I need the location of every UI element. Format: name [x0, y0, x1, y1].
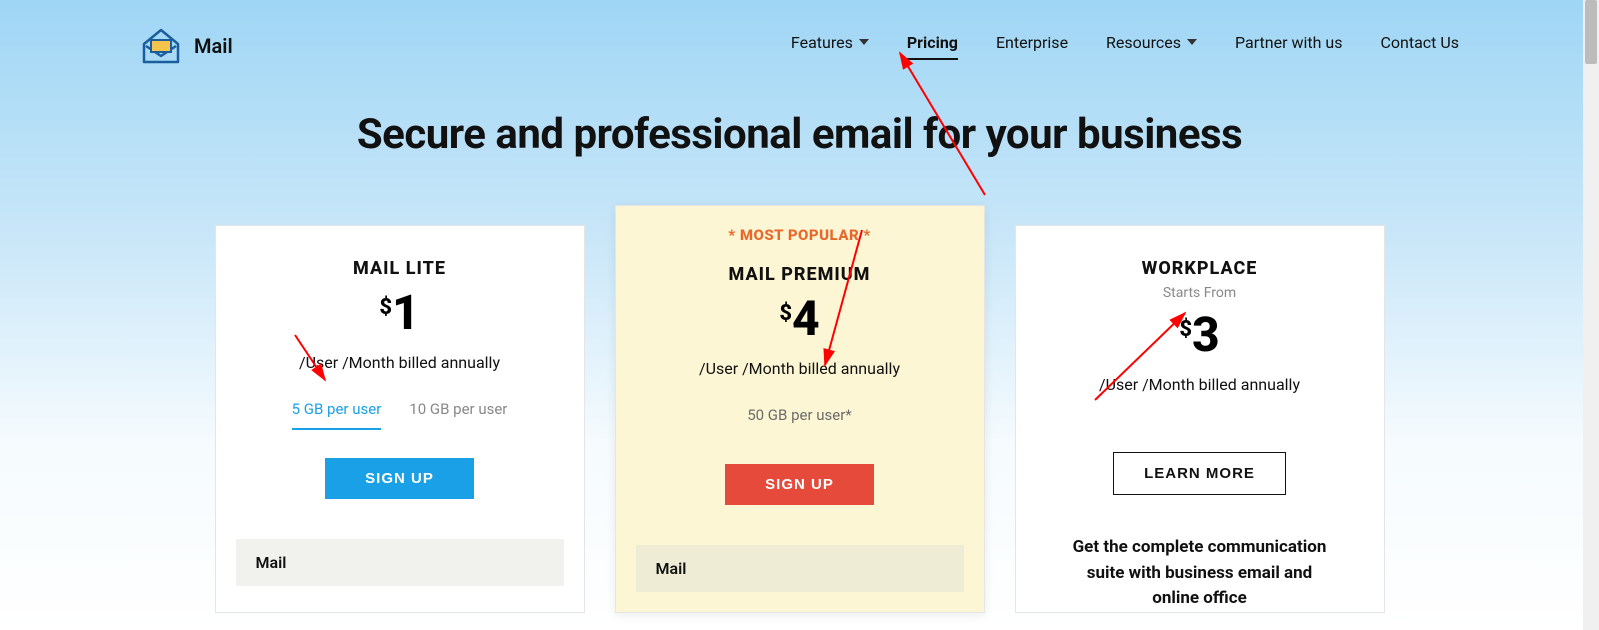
- storage-text: 50 GB per user*: [616, 406, 984, 436]
- plan-card-premium: * MOST POPULAR * MAIL PREMIUM $ 4 /User …: [615, 205, 985, 613]
- pricing-row: MAIL LITE $ 1 /User /Month billed annual…: [0, 225, 1599, 613]
- starts-from-label: Starts From: [1016, 285, 1384, 301]
- nav-links: Features Pricing Enterprise Resources Pa…: [791, 33, 1459, 60]
- vertical-scrollbar[interactable]: [1583, 0, 1599, 630]
- billing-note: /User /Month billed annually: [1016, 375, 1384, 394]
- nav-contact-label: Contact Us: [1380, 33, 1459, 52]
- plan-name: MAIL LITE: [216, 258, 584, 279]
- nav-pricing-label: Pricing: [907, 33, 958, 52]
- chevron-down-icon: [1187, 39, 1197, 45]
- price: $ 1: [216, 289, 584, 337]
- nav-enterprise[interactable]: Enterprise: [996, 33, 1068, 60]
- price-amount: 3: [1192, 311, 1220, 359]
- scrollbar-thumb[interactable]: [1585, 0, 1597, 64]
- mail-logo-icon: [140, 26, 182, 66]
- brand-name: Mail: [194, 34, 233, 58]
- currency: $: [779, 301, 792, 326]
- nav-pricing[interactable]: Pricing: [907, 33, 958, 60]
- currency: $: [1179, 317, 1192, 342]
- most-popular-badge: * MOST POPULAR *: [616, 206, 984, 244]
- tier-tab-10gb[interactable]: 10 GB per user: [409, 400, 507, 430]
- nav-contact[interactable]: Contact Us: [1380, 33, 1459, 60]
- plan-card-lite: MAIL LITE $ 1 /User /Month billed annual…: [215, 225, 585, 613]
- signup-button[interactable]: SIGN UP: [325, 458, 474, 499]
- nav-partner-label: Partner with us: [1235, 33, 1342, 52]
- learn-more-button[interactable]: LEARN MORE: [1113, 452, 1286, 495]
- storage-tier-tabs: 5 GB per user 10 GB per user: [216, 400, 584, 430]
- signup-button[interactable]: SIGN UP: [725, 464, 874, 505]
- chevron-down-icon: [859, 39, 869, 45]
- nav-features-label: Features: [791, 33, 853, 52]
- nav-resources[interactable]: Resources: [1106, 33, 1197, 60]
- brand[interactable]: Mail: [140, 26, 233, 66]
- nav-enterprise-label: Enterprise: [996, 33, 1068, 52]
- feature-section-head: Mail: [636, 545, 964, 592]
- top-nav: Mail Features Pricing Enterprise Resourc…: [0, 0, 1599, 66]
- workplace-description: Get the complete communication suite wit…: [1036, 535, 1364, 612]
- plan-name: WORKPLACE: [1016, 258, 1384, 279]
- billing-note: /User /Month billed annually: [216, 353, 584, 372]
- currency: $: [379, 295, 392, 320]
- nav-partner[interactable]: Partner with us: [1235, 33, 1342, 60]
- price-amount: 4: [792, 295, 820, 343]
- plan-card-workplace: WORKPLACE Starts From $ 3 /User /Month b…: [1015, 225, 1385, 613]
- price: $ 4: [616, 295, 984, 343]
- nav-features[interactable]: Features: [791, 33, 869, 60]
- page-headline: Secure and professional email for your b…: [0, 110, 1599, 159]
- tier-tab-5gb[interactable]: 5 GB per user: [292, 400, 382, 430]
- nav-resources-label: Resources: [1106, 33, 1181, 52]
- billing-note: /User /Month billed annually: [616, 359, 984, 378]
- plan-name: MAIL PREMIUM: [616, 264, 984, 285]
- price: $ 3: [1016, 311, 1384, 359]
- price-amount: 1: [392, 289, 420, 337]
- feature-section-head: Mail: [236, 539, 564, 586]
